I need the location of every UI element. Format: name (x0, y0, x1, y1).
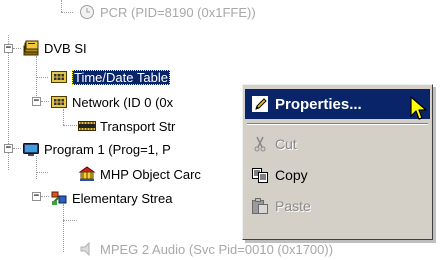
tree-node-label: MPEG 2 Audio (Svc Pid=0010 (0x1700)) (100, 241, 334, 257)
tree-node-label: DVB SI (44, 40, 87, 56)
tree-connector (63, 220, 77, 221)
menu-item-label: Copy (275, 167, 308, 183)
tree-node-label: Transport Str (100, 118, 176, 134)
elementary-stream-icon (50, 190, 68, 206)
menu-separator (247, 123, 428, 125)
tree-node-elementary-streams[interactable]: Elementary Strea (50, 188, 172, 208)
menu-item-label: Properties... (275, 95, 362, 113)
tree-node-mhp-object-carousel[interactable]: MHP Object Carc (78, 164, 201, 184)
menu-item-paste[interactable]: Paste (245, 191, 430, 221)
collapse-toggle[interactable]: − (4, 44, 13, 53)
tree-connector (13, 148, 21, 149)
film-strip-icon (78, 118, 96, 134)
tree-connector (36, 172, 48, 173)
pencil-icon (245, 96, 275, 112)
menu-item-cut[interactable]: Cut (245, 129, 430, 159)
tree-connector (63, 204, 64, 252)
tree-node-label: Network (ID 0 (0x (72, 94, 174, 110)
tree-connector (63, 125, 77, 126)
tree-connector (61, 12, 73, 13)
collapse-toggle[interactable]: − (32, 192, 41, 201)
tree-connector (61, 0, 62, 12)
scissors-icon (245, 136, 275, 152)
tree-node-label: MHP Object Carc (100, 166, 201, 182)
context-menu: Properties... Cut Copy Paste (242, 84, 433, 240)
tree-node-transport-stream[interactable]: Transport Str (78, 116, 175, 136)
tree-connector (36, 156, 37, 179)
tree-node-label: Elementary Strea (72, 190, 173, 206)
tree-node-label: Time/Date Table (72, 69, 170, 85)
menu-item-label: Paste (275, 198, 311, 214)
paste-icon (245, 197, 275, 215)
tree-connector (36, 77, 48, 78)
menu-item-properties[interactable]: Properties... (245, 89, 430, 119)
tree-node-program-1[interactable]: Program 1 (Prog=1, P (22, 139, 171, 159)
carousel-icon (78, 166, 96, 182)
tree-connector (13, 48, 21, 49)
collapse-toggle[interactable]: − (32, 97, 41, 106)
monitor-icon (22, 141, 40, 157)
menu-item-label: Cut (275, 136, 297, 152)
tree-node-dvb-si[interactable]: DVB SI (22, 38, 87, 58)
tree-node-label: PCR (PID=8190 (0x1FFE)) (100, 4, 256, 20)
tree-connector (41, 101, 49, 102)
table-icon (50, 94, 68, 110)
collapse-toggle[interactable]: − (4, 144, 13, 153)
clock-icon (78, 4, 96, 20)
audio-icon (78, 241, 96, 257)
tree-node-pcr[interactable]: PCR (PID=8190 (0x1FFE)) (78, 2, 256, 22)
table-icon (50, 69, 68, 85)
tree-node-time-date-table[interactable]: Time/Date Table (50, 67, 170, 87)
copy-icon (245, 167, 275, 183)
tree-node-network[interactable]: Network (ID 0 (0x (50, 92, 173, 112)
mouse-cursor-icon (410, 96, 427, 120)
tree-connector (41, 196, 49, 197)
book-stack-icon (22, 40, 40, 56)
tree-node-mpeg2-audio[interactable]: MPEG 2 Audio (Svc Pid=0010 (0x1700)) (78, 239, 333, 259)
tree-node-label: Program 1 (Prog=1, P (44, 141, 171, 157)
menu-item-copy[interactable]: Copy (245, 160, 430, 190)
